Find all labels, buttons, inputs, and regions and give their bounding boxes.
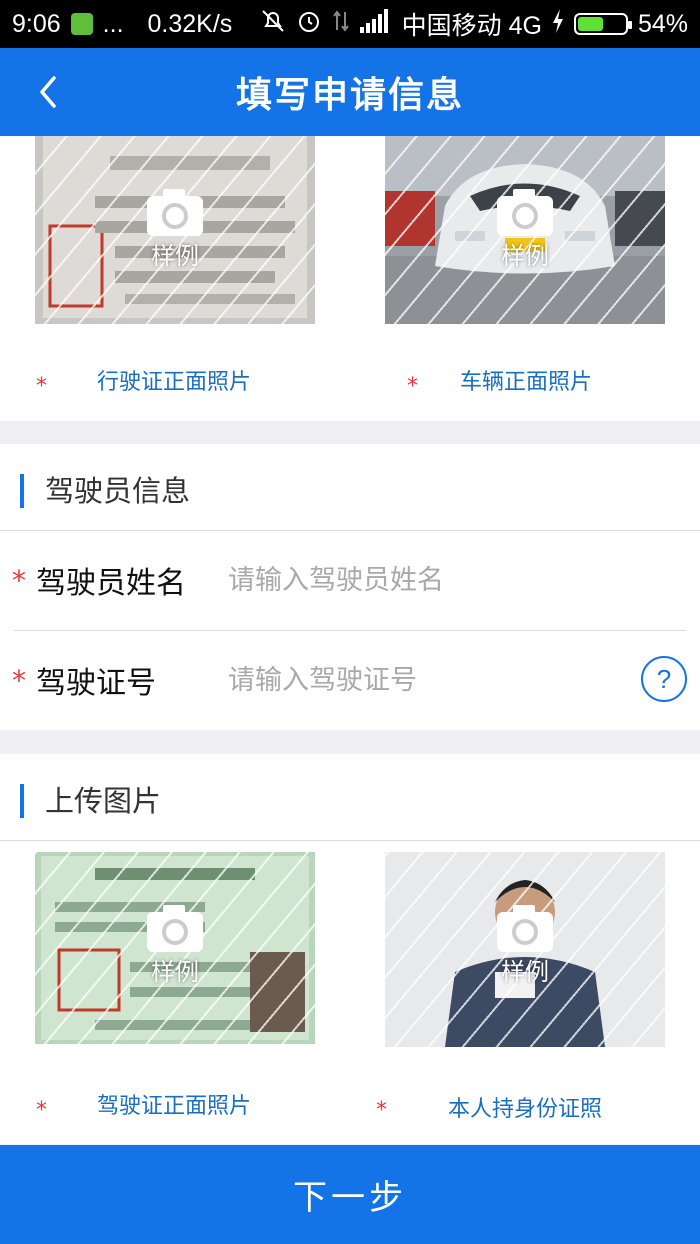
driver-name-row: * 驾驶员姓名 <box>0 530 700 630</box>
required-asterisk: * <box>376 1098 387 1123</box>
camera-icon <box>495 902 555 954</box>
holding-id-caption: 本人持身份证照 <box>448 1097 603 1122</box>
license-number-row: * 驾驶证号 ? <box>0 630 700 730</box>
back-chevron-icon[interactable] <box>30 72 70 112</box>
divider <box>0 840 700 841</box>
sample-label: 样例 <box>151 958 199 986</box>
section-accent-bar <box>20 474 24 508</box>
status-battery-percent: 54% <box>637 9 688 38</box>
section-accent-bar <box>20 784 24 818</box>
driver-info-card: 驾驶员信息 * 驾驶员姓名 * 驾驶证号 ? <box>0 444 700 730</box>
vehicle-license-photo-slot[interactable]: 样例 <box>35 136 315 324</box>
sample-label: 样例 <box>501 958 549 986</box>
driver-name-input[interactable] <box>228 556 628 604</box>
help-icon[interactable]: ? <box>641 656 687 702</box>
driver-license-caption: 驾驶证正面照片 <box>97 1094 252 1119</box>
signal-icon <box>359 8 392 40</box>
camera-icon <box>145 902 205 954</box>
upload-card: 上传图片 样例 样例 * 驾驶证正面照片 * 本人持身份证照 <box>0 754 700 1144</box>
driver-license-photo-slot[interactable]: 样例 <box>35 852 315 1044</box>
driver-name-label: 驾驶员姓名 <box>36 566 186 601</box>
camera-icon <box>495 186 555 238</box>
sample-label: 样例 <box>151 242 199 270</box>
required-asterisk: * <box>12 664 26 697</box>
required-asterisk: * <box>12 564 26 597</box>
status-net-speed: 0.32K/s <box>147 9 233 38</box>
upload-section-title: 上传图片 <box>45 784 162 818</box>
nav-bar: 填写申请信息 <box>0 48 700 136</box>
vehicle-front-photo-slot[interactable]: 样例 <box>385 136 665 324</box>
required-asterisk: * <box>36 1098 47 1123</box>
status-carrier: 中国移动 4G <box>401 12 542 40</box>
vehicle-front-caption: 车辆正面照片 <box>460 370 593 395</box>
data-transfer-icon <box>332 8 350 41</box>
driver-section-title: 驾驶员信息 <box>45 474 191 508</box>
camera-icon <box>145 186 205 238</box>
vehicle-photos-card: 样例 样例 * 行驶证正面照片 * 车辆正面照片 <box>0 136 700 421</box>
required-asterisk: * <box>407 374 418 399</box>
page-title: 填写申请信息 <box>235 75 464 116</box>
battery-icon <box>573 13 632 35</box>
status-time: 9:06 <box>12 9 61 38</box>
holding-id-photo-slot[interactable]: 样例 <box>385 852 665 1047</box>
license-number-label: 驾驶证号 <box>36 666 156 701</box>
license-number-input[interactable] <box>228 656 618 704</box>
vehicle-license-caption: 行驶证正面照片 <box>97 370 252 395</box>
charging-icon <box>552 8 564 40</box>
sample-label: 样例 <box>501 242 549 270</box>
upload-section-header: 上传图片 <box>0 754 700 840</box>
status-more-dots: ... <box>102 9 124 38</box>
next-step-button[interactable]: 下一步 <box>0 1145 700 1244</box>
alarm-icon <box>296 8 322 41</box>
app-notification-icon <box>70 13 93 35</box>
driver-section-header: 驾驶员信息 <box>0 444 700 530</box>
status-bar: 9:06 ... 0.32K/s 中国移动 4G 54% <box>0 0 700 48</box>
mute-icon <box>260 8 286 41</box>
required-asterisk: * <box>36 374 47 399</box>
